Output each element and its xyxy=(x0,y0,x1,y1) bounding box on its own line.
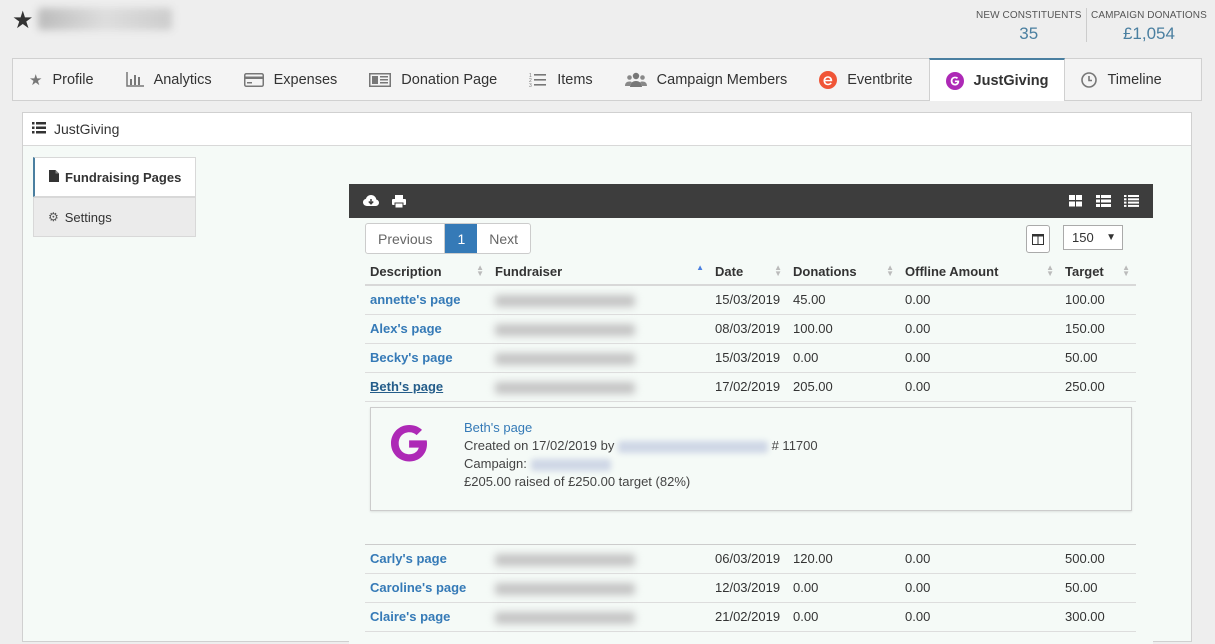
page-header: ★ NEW CONSTITUENTS 35 CAMPAIGN DONATIONS… xyxy=(0,0,1215,58)
side-item-settings[interactable]: ⚙ Settings xyxy=(33,197,196,237)
sort-icon: ▲ ▼ xyxy=(1122,263,1130,278)
detail-list-view-icon[interactable] xyxy=(1089,195,1117,207)
fundraiser-name-redacted xyxy=(495,352,635,365)
list-view-icon[interactable] xyxy=(1117,195,1145,207)
fundraiser-name-redacted xyxy=(495,582,635,595)
campaign-name-redacted xyxy=(530,458,611,471)
list-ol-icon: 123 xyxy=(529,72,547,88)
table-row[interactable]: Becky's page 15/03/2019 0.00 0.00 50.00 xyxy=(365,343,1136,373)
tab-justgiving[interactable]: JustGiving xyxy=(928,58,1066,101)
caret-down-icon: ▼ xyxy=(1106,232,1116,243)
tab-donation-page[interactable]: Donation Page xyxy=(353,59,513,100)
tab-campaign-members[interactable]: Campaign Members xyxy=(609,59,804,100)
table-header-row: Description ▲ ▼ Fundraiser ▲ Date ▲ ▼ Donatio… xyxy=(365,258,1136,286)
campaign-donations-stat: CAMPAIGN DONATIONS £1,054 xyxy=(1091,10,1207,43)
page-1-button[interactable]: 1 xyxy=(445,224,478,253)
fundraiser-name-redacted xyxy=(495,611,635,624)
col-donations[interactable]: Donations ▲ ▼ xyxy=(788,258,900,286)
list-icon xyxy=(32,121,46,137)
page-link[interactable]: Caroline's page xyxy=(370,580,466,595)
star-icon: ★ xyxy=(29,71,43,89)
col-target[interactable]: Target ▲ ▼ xyxy=(1060,258,1136,286)
print-icon[interactable] xyxy=(385,194,413,208)
col-date[interactable]: Date ▲ ▼ xyxy=(710,258,788,286)
cloud-download-icon[interactable] xyxy=(357,195,385,207)
clock-icon xyxy=(1081,71,1098,88)
rows-per-page-select[interactable]: 150 ▼ xyxy=(1063,225,1123,250)
page-link[interactable]: Beth's page xyxy=(370,379,443,394)
sort-asc-icon: ▲ xyxy=(696,263,704,272)
table-row[interactable]: annette's page 15/03/2019 45.00 0.00 100… xyxy=(365,285,1136,315)
stat-divider xyxy=(1086,8,1087,42)
panel-header: JustGiving xyxy=(23,113,1191,146)
page-link[interactable]: Alex's page xyxy=(370,321,442,336)
next-page-button[interactable]: Next xyxy=(477,224,530,253)
file-icon xyxy=(49,169,59,185)
justgiving-panel: JustGiving Fundraising Pages ⚙ Settings xyxy=(22,112,1192,644)
tab-eventbrite[interactable]: Eventbrite xyxy=(803,59,928,100)
users-icon xyxy=(624,72,647,88)
campaign-tabs: ★ Profile Analytics Expenses Donation Pa… xyxy=(12,58,1202,101)
page-link[interactable]: Becky's page xyxy=(370,350,453,365)
panel-title: JustGiving xyxy=(54,121,120,137)
sort-icon: ▲ ▼ xyxy=(1046,263,1054,278)
sort-icon: ▲ ▼ xyxy=(886,263,894,278)
bar-chart-icon xyxy=(125,72,144,87)
creator-email-redacted xyxy=(617,440,768,453)
col-offline-amount[interactable]: Offline Amount ▲ ▼ xyxy=(900,258,1060,286)
fundraiser-name-redacted xyxy=(495,553,635,566)
page-link[interactable]: Claire's page xyxy=(370,609,450,624)
fundraising-grid: Previous 1 Next 150 ▼ Description ▲ ▼ Fund… xyxy=(349,184,1153,644)
tab-items[interactable]: 123 Items xyxy=(513,59,608,100)
table-row[interactable]: Carly's page 06/03/2019 120.00 0.00 500.… xyxy=(365,544,1136,574)
campaign-name-redacted xyxy=(38,8,172,30)
credit-card-icon xyxy=(243,72,264,87)
newspaper-icon xyxy=(369,72,392,87)
favorite-star-icon[interactable]: ★ xyxy=(12,6,34,35)
column-chooser-button[interactable] xyxy=(1026,225,1050,253)
col-fundraiser[interactable]: Fundraiser ▲ xyxy=(490,258,710,286)
fundraiser-name-redacted xyxy=(495,294,635,307)
side-nav: Fundraising Pages ⚙ Settings xyxy=(33,157,196,237)
justgiving-icon xyxy=(945,71,964,90)
table-row[interactable]: Claire's page 21/02/2019 0.00 0.00 300.0… xyxy=(365,602,1136,632)
grid-view-icon[interactable] xyxy=(1061,195,1089,207)
new-constituents-stat: NEW CONSTITUENTS 35 xyxy=(976,10,1082,43)
grid-toolbar xyxy=(349,184,1153,218)
fundraiser-name-redacted xyxy=(495,381,635,394)
tab-analytics[interactable]: Analytics xyxy=(110,59,228,100)
side-item-fundraising-pages[interactable]: Fundraising Pages xyxy=(33,157,196,197)
detail-page-link[interactable]: Beth's page xyxy=(464,420,532,435)
table-row[interactable]: Alex's page 08/03/2019 100.00 0.00 150.0… xyxy=(365,314,1136,344)
tab-timeline[interactable]: Timeline xyxy=(1065,59,1177,100)
page-link[interactable]: Carly's page xyxy=(370,551,447,566)
col-description[interactable]: Description ▲ ▼ xyxy=(365,258,490,286)
sort-icon: ▲ ▼ xyxy=(774,263,782,278)
tab-profile[interactable]: ★ Profile xyxy=(13,59,110,100)
fundraiser-name-redacted xyxy=(495,323,635,336)
previous-page-button[interactable]: Previous xyxy=(366,224,446,253)
gear-icon: ⚙ xyxy=(48,210,59,224)
page-detail-card: Beth's page Created on 17/02/2019 by # 1… xyxy=(370,407,1132,511)
tab-expenses[interactable]: Expenses xyxy=(228,59,354,100)
svg-text:3: 3 xyxy=(529,83,532,88)
table-row[interactable]: Caroline's page 12/03/2019 0.00 0.00 50.… xyxy=(365,573,1136,603)
pagination: Previous 1 Next xyxy=(365,223,532,254)
sort-icon: ▲ ▼ xyxy=(476,263,484,278)
table-row-expanded[interactable]: Beth's page 17/02/2019 205.00 0.00 250.0… xyxy=(365,372,1136,402)
eventbrite-icon xyxy=(819,70,838,89)
page-link[interactable]: annette's page xyxy=(370,292,461,307)
justgiving-logo-icon xyxy=(386,420,432,469)
